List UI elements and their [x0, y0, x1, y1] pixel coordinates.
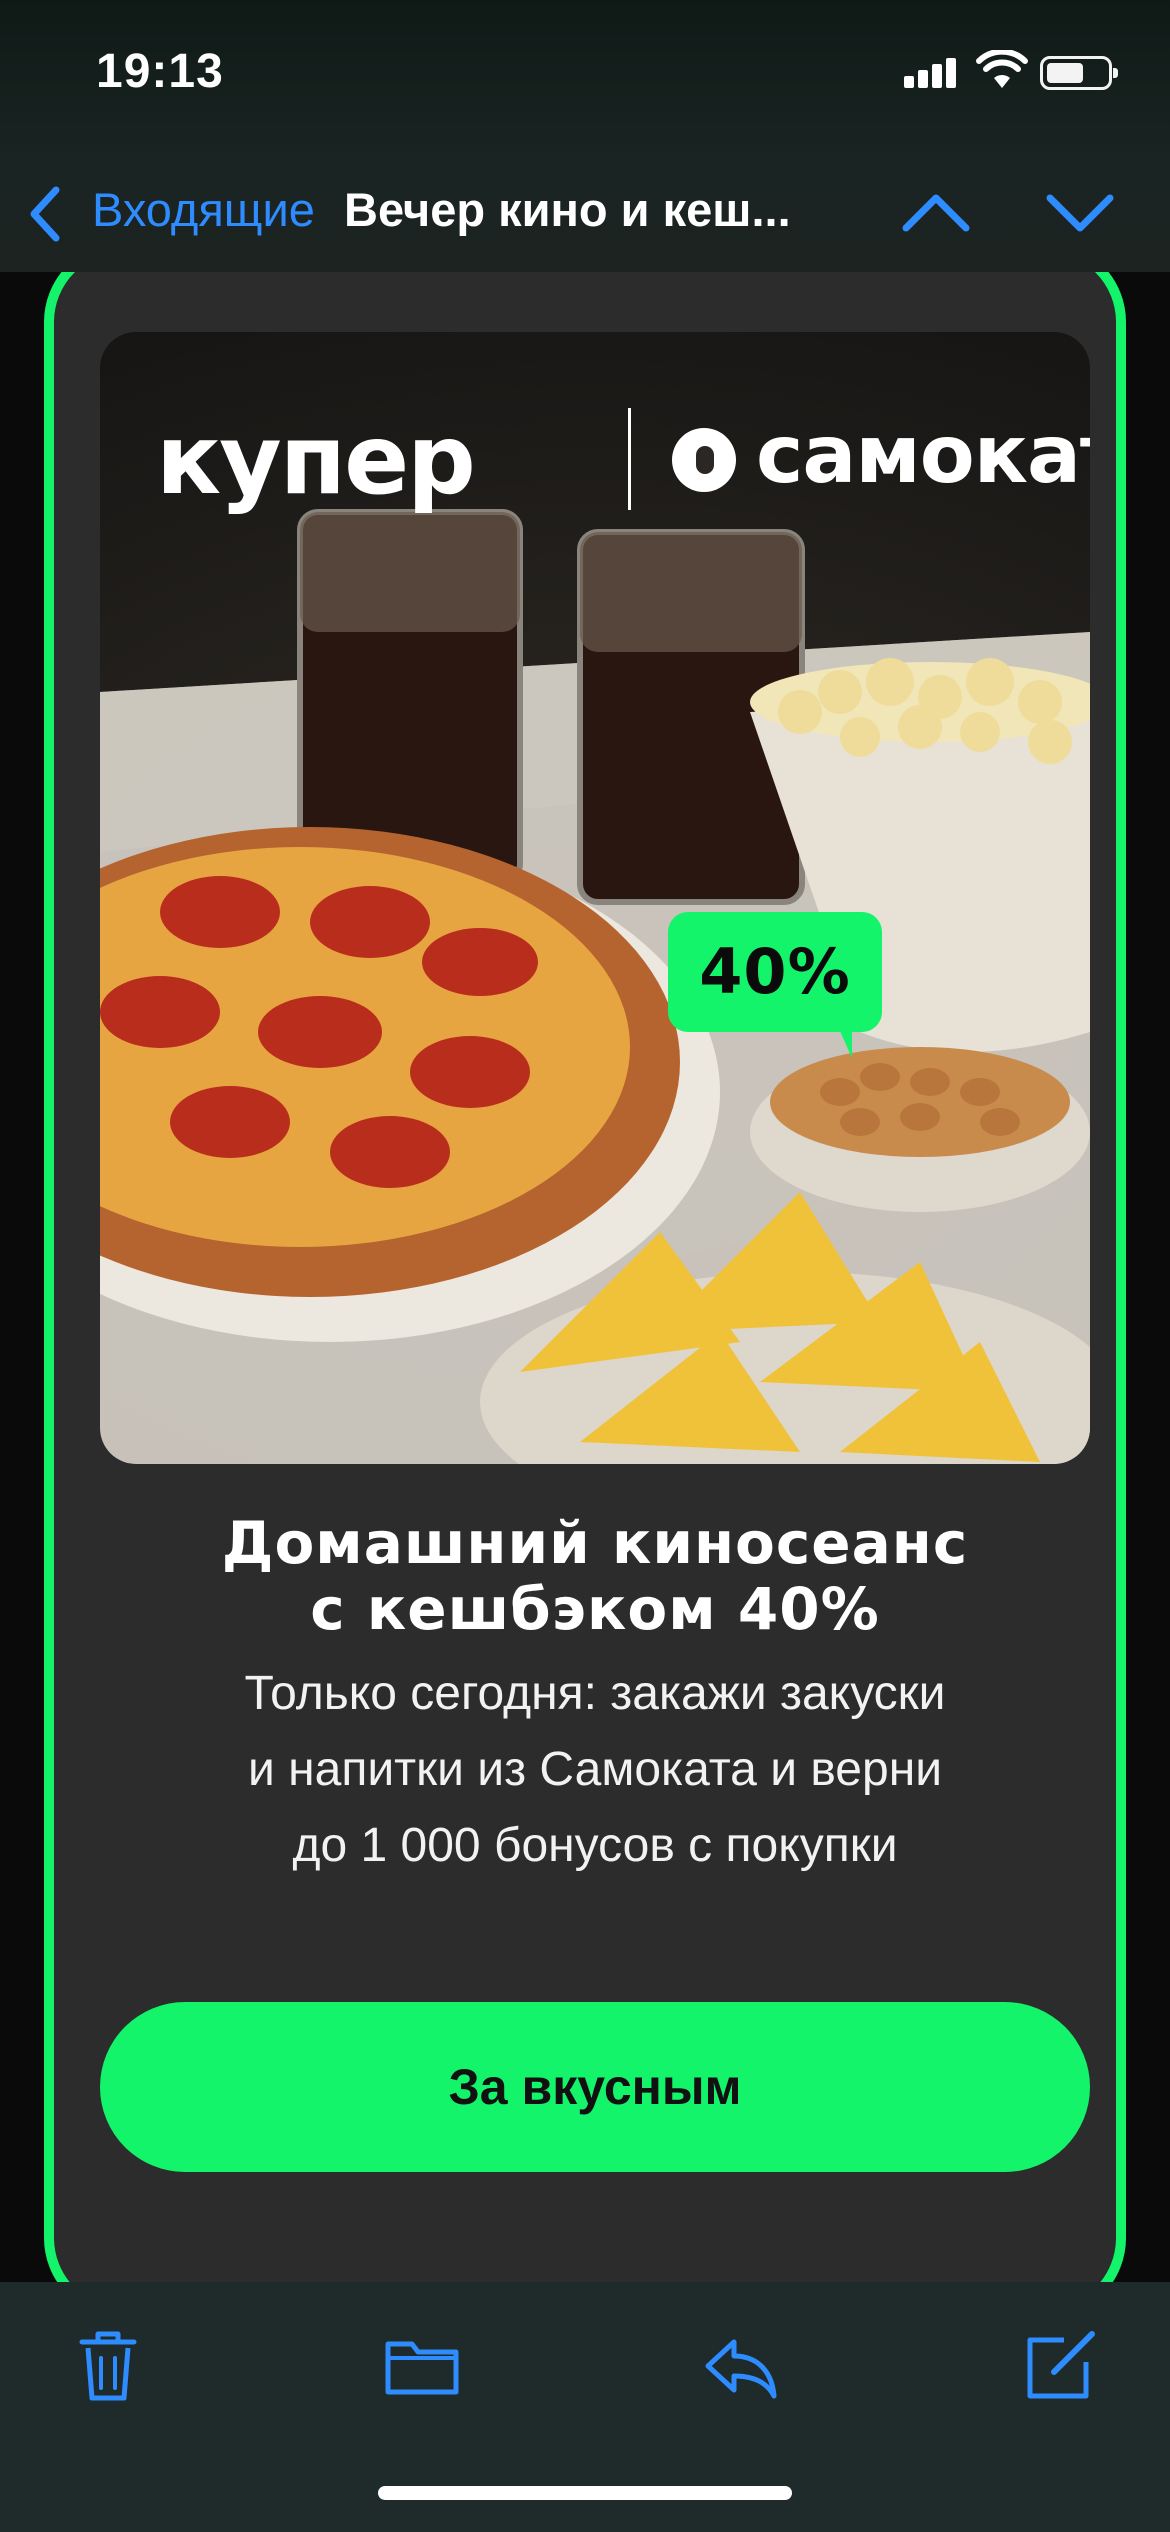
- top-bar: 19:13 Входящие Вечер кино и кеш...: [0, 0, 1170, 272]
- logo-divider: [628, 408, 631, 510]
- description-line-1: Только сегодня: закажи закуски: [244, 1667, 946, 1720]
- kuper-logo: купер: [156, 404, 476, 516]
- back-chevron-icon[interactable]: [26, 184, 62, 244]
- status-time: 19:13: [96, 45, 224, 98]
- compose-icon[interactable]: [1020, 2326, 1100, 2406]
- promo-headline: Домашний киносеанс с кешбэком 40%: [114, 1510, 1076, 1642]
- folder-icon[interactable]: [382, 2326, 462, 2406]
- chevron-up-icon[interactable]: [900, 182, 972, 242]
- samokat-logo-icon: [672, 428, 736, 492]
- description-line-2: и напитки из Самоката и верни: [247, 1743, 943, 1796]
- mail-nav-bar: Входящие Вечер кино и кеш...: [0, 160, 1170, 260]
- back-to-inbox-link[interactable]: Входящие: [92, 182, 315, 237]
- home-indicator[interactable]: [378, 2486, 792, 2500]
- cta-button[interactable]: За вкусным: [100, 2002, 1090, 2172]
- description-line-3: до 1 000 бонусов с покупки: [292, 1819, 898, 1872]
- email-body[interactable]: купер самокат 40% Домашний киносеанс с к…: [0, 272, 1170, 2282]
- headline-line-2: с кешбэком 40%: [310, 1575, 880, 1643]
- badge-tail: [816, 1022, 852, 1058]
- chevron-down-icon[interactable]: [1044, 182, 1116, 242]
- trash-icon[interactable]: [68, 2326, 148, 2406]
- cellular-signal-icon: [904, 56, 958, 88]
- samokat-logo: самокат: [756, 408, 1090, 501]
- headline-line-1: Домашний киносеанс: [221, 1509, 969, 1577]
- email-subject-title: Вечер кино и кеш...: [344, 183, 791, 236]
- status-bar: 19:13: [0, 0, 1170, 150]
- promo-card: купер самокат 40% Домашний киносеанс с к…: [44, 272, 1126, 2282]
- brand-logos: купер самокат: [156, 404, 1090, 516]
- battery-icon: [1040, 56, 1118, 90]
- cashback-badge: 40%: [668, 912, 882, 1032]
- reply-icon[interactable]: [700, 2326, 780, 2406]
- hero-image[interactable]: купер самокат 40%: [100, 332, 1090, 1464]
- promo-description: Только сегодня: закажи закуски и напитки…: [154, 1656, 1036, 1884]
- wifi-icon: [976, 50, 1028, 88]
